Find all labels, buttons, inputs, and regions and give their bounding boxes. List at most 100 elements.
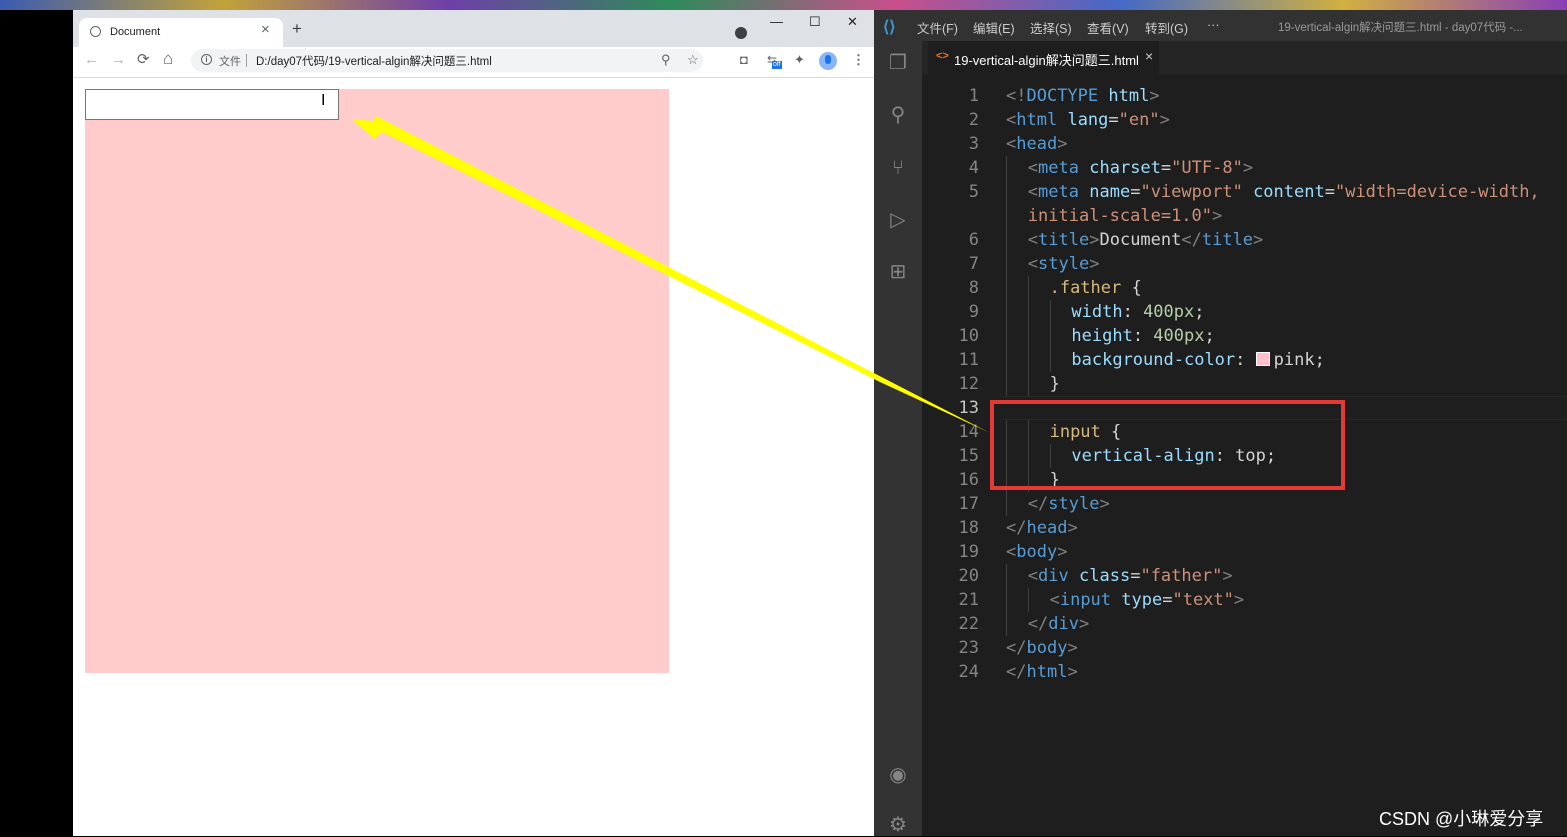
code-token: > (1057, 542, 1068, 562)
code-token: > (1159, 110, 1170, 130)
code-token: height (1071, 326, 1133, 346)
code-token: html (1026, 662, 1068, 682)
menu-view[interactable]: 查看(V) (1087, 18, 1129, 37)
indent-guide (1049, 348, 1051, 372)
code-line[interactable]: 22 </div> (922, 612, 1567, 636)
code-token: content (1253, 182, 1325, 202)
url-text[interactable]: D:/day07代码/19-vertical-algin解决问题三.html (256, 53, 492, 69)
code-line[interactable]: 1 <!DOCTYPE html> (922, 84, 1567, 108)
code-line[interactable]: 12} (922, 372, 1567, 396)
profile-avatar[interactable] (819, 52, 837, 70)
search-icon[interactable]: ⚲ (886, 103, 910, 127)
code-line[interactable]: 10 height: 400px; (922, 324, 1567, 348)
menu-edit[interactable]: 编辑(E) (973, 18, 1015, 37)
code-line[interactable]: 6 <title>Document</title> (922, 228, 1567, 252)
code-line[interactable]: 18 </head> (922, 516, 1567, 540)
zoom-icon[interactable]: ⚲ (661, 52, 671, 68)
minimize-button[interactable]: — (770, 15, 783, 28)
maximize-button[interactable]: ☐ (809, 15, 821, 28)
code-line[interactable]: 7 <style> (922, 252, 1567, 276)
explorer-icon[interactable]: ❐ (886, 51, 910, 75)
editor-tab-close-icon[interactable]: × (1145, 48, 1153, 64)
back-button[interactable]: ← (84, 52, 99, 67)
extension-off-icon[interactable]: ⇆ off (767, 53, 785, 69)
code-token: initial-scale=1.0" (1027, 206, 1213, 226)
code-line[interactable]: initial-scale=1.0"> (922, 204, 1567, 228)
close-window-button[interactable]: ✕ (847, 15, 858, 28)
code-line[interactable]: 17 </style> (922, 492, 1567, 516)
code-token: name (1089, 182, 1131, 202)
code-line[interactable]: 20 <div class="father"> (922, 564, 1567, 588)
code-token: DOCTYPE (1026, 86, 1099, 106)
browser-menu-icon[interactable]: ⋮ (852, 53, 865, 66)
code-token: > (1222, 566, 1233, 586)
code-text: height: 400px; (1071, 324, 1214, 348)
code-text: <title>Document</title> (1028, 228, 1264, 252)
indent-guide (1006, 204, 1007, 228)
code-text: <style> (1028, 252, 1100, 276)
code-token: } (1049, 374, 1060, 394)
code-token: > (1079, 614, 1090, 634)
new-tab-button[interactable]: + (292, 20, 302, 37)
code-line[interactable]: 4 <meta charset="UTF-8"> (922, 156, 1567, 180)
extensions-puzzle-icon[interactable]: ✦ (794, 53, 805, 66)
indent-guide (1006, 180, 1007, 204)
accounts-icon[interactable]: ◉ (886, 763, 910, 787)
code-token: "width=device-width, (1334, 182, 1540, 202)
code-line[interactable]: 19 <body> (922, 540, 1567, 564)
tab-search-icon[interactable] (735, 27, 747, 39)
code-line[interactable]: 23 </body> (922, 636, 1567, 660)
settings-gear-icon[interactable]: ⚙ (886, 813, 910, 837)
code-line[interactable]: 21 <input type="text"> (922, 588, 1567, 612)
code-token: = (1160, 158, 1172, 178)
code-token: div (1048, 614, 1079, 634)
code-token: charset (1089, 158, 1161, 178)
run-debug-icon[interactable]: ▷ (886, 208, 910, 232)
menu-file[interactable]: 文件(F) (917, 18, 958, 37)
code-token: < (1027, 566, 1039, 586)
menu-more[interactable]: ··· (1207, 18, 1220, 32)
code-token: : (1122, 302, 1144, 322)
indent-guide (1027, 588, 1029, 612)
code-token: lang (1067, 110, 1109, 130)
code-token: meta (1038, 182, 1079, 202)
code-token: : (1235, 350, 1256, 370)
menu-selection[interactable]: 选择(S) (1030, 18, 1072, 37)
browser-tab[interactable]: Document × (79, 18, 283, 47)
extensions-icon[interactable]: ⊞ (886, 260, 910, 284)
code-line[interactable]: 8 .father { (922, 276, 1567, 300)
code-line[interactable]: 2 <html lang="en"> (922, 108, 1567, 132)
bookmark-star-icon[interactable]: ☆ (687, 52, 699, 68)
address-bar[interactable]: i 文件 D:/day07代码/19-vertical-algin解决问题三.h… (191, 49, 703, 72)
forward-button[interactable]: → (111, 52, 126, 67)
reload-button[interactable]: ⟳ (137, 52, 150, 67)
indent-guide (1006, 588, 1007, 612)
code-token: head (1026, 518, 1068, 538)
code-text: <html lang="en"> (1006, 108, 1170, 132)
source-control-icon[interactable]: ⑂ (886, 156, 910, 180)
code-line[interactable]: 11 background-color: pink; (922, 348, 1567, 372)
color-swatch-icon[interactable] (1255, 352, 1270, 366)
code-token: head (1016, 134, 1058, 154)
home-button[interactable]: ⌂ (163, 50, 173, 67)
ext-off-badge: off (772, 61, 782, 69)
line-number: 10 (958, 326, 979, 346)
code-line[interactable]: 3 <head> (922, 132, 1567, 156)
indent-guide (1027, 276, 1029, 300)
code-text: </body> (1006, 636, 1078, 660)
code-text: </style> (1028, 492, 1110, 516)
code-line[interactable]: 24 </html> (922, 660, 1567, 684)
code-line[interactable]: 9 width: 400px; (922, 300, 1567, 324)
tab-title: Document (110, 26, 161, 38)
menu-go[interactable]: 转到(G) (1145, 18, 1188, 37)
text-input[interactable] (85, 89, 339, 120)
code-token: > (1212, 206, 1223, 226)
info-icon[interactable]: i (201, 54, 212, 65)
tab-close-icon[interactable]: × (261, 22, 270, 37)
editor-tab[interactable]: <> 19-vertical-algin解决问题三.html × (928, 41, 1159, 74)
left-margin (0, 10, 73, 836)
code-line[interactable]: 5 <meta name="viewport" content="width=de… (922, 180, 1567, 204)
browser-window: Document × + — ☐ ✕ ← → ⟳ ⌂ i 文件 D:/day07… (73, 10, 874, 836)
camera-icon[interactable]: ◘ (740, 53, 748, 66)
